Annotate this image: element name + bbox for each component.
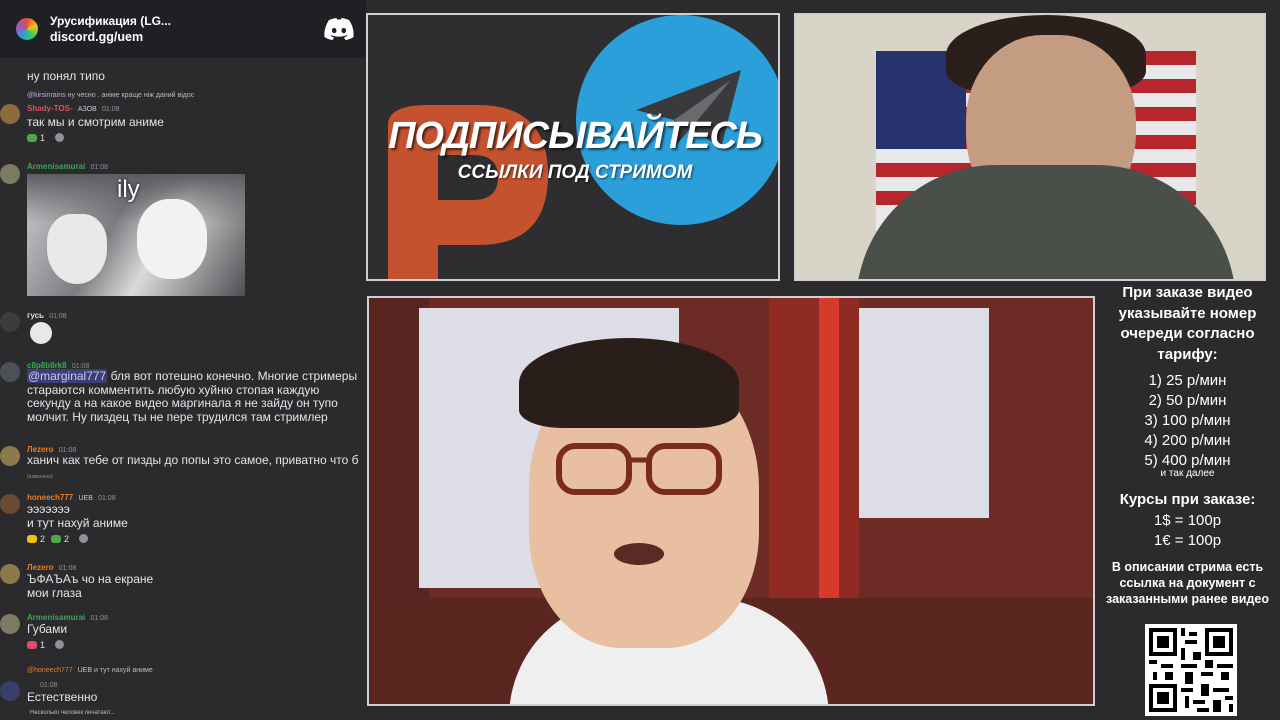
server-info: Урусификация (LG... discord.gg/uem bbox=[50, 13, 324, 45]
username[interactable]: honeech777 bbox=[27, 493, 73, 502]
reaction[interactable]: 1 bbox=[27, 133, 45, 143]
avatar[interactable] bbox=[0, 494, 20, 514]
reaction[interactable]: 2 bbox=[27, 534, 45, 544]
promo-subtitle: ССЫЛКИ ПОД СТРИМОМ bbox=[457, 162, 693, 183]
username[interactable]: Armenisamurai bbox=[27, 613, 85, 622]
username[interactable]: гусь bbox=[27, 311, 44, 320]
main-video bbox=[367, 296, 1095, 706]
message-text: Губами bbox=[27, 622, 68, 636]
message-reply: @kirsinrains ну чесно . аніме краще ніж … bbox=[27, 92, 194, 99]
message-meta: гусь 01:08 bbox=[27, 311, 67, 320]
tariff-item: 3) 100 р/мин bbox=[1144, 412, 1231, 429]
rates-title: Курсы при заказе: bbox=[1119, 491, 1256, 508]
timestamp: 01:08 bbox=[101, 106, 120, 113]
avatar[interactable] bbox=[0, 681, 20, 701]
avatar[interactable] bbox=[0, 164, 20, 184]
reaction[interactable]: 1 bbox=[27, 640, 45, 650]
message-reply: @honeech777 UEB и тут нахуй аниме bbox=[27, 667, 153, 674]
add-reaction-icon[interactable] bbox=[55, 133, 65, 142]
reply-user: @honeech777 bbox=[27, 667, 73, 674]
reaction[interactable]: 2 bbox=[51, 534, 69, 544]
user-badge: UEB bbox=[78, 495, 93, 502]
reply-user: @kirsinrains bbox=[27, 92, 66, 99]
server-icon bbox=[14, 16, 40, 42]
add-reaction-icon[interactable] bbox=[55, 640, 65, 649]
username[interactable]: Shady-TOS- bbox=[27, 104, 73, 113]
message-text: ну понял типо bbox=[27, 69, 105, 83]
tariff-item: 2) 50 р/мин bbox=[1148, 392, 1227, 409]
avatar[interactable] bbox=[0, 362, 20, 382]
message-text: и тут нахуй аниме bbox=[27, 516, 128, 530]
message-meta: Armenisamurai 01:08 bbox=[27, 613, 108, 622]
webcam-feed bbox=[794, 13, 1266, 281]
message-text: эээээээ bbox=[27, 502, 70, 516]
timestamp: 01:08 bbox=[58, 565, 77, 572]
message-text: @marginal777 бля вот потешно конечно. Мн… bbox=[27, 369, 358, 424]
reactions: 1 bbox=[27, 133, 65, 143]
qr-code-icon bbox=[1145, 624, 1237, 716]
user-badge: АЗОВ bbox=[77, 106, 97, 113]
reply-text: ну чесно . аніме краще ніж даний відос bbox=[67, 92, 195, 99]
username[interactable]: Armenisamurai bbox=[27, 162, 85, 171]
avatar[interactable] bbox=[0, 104, 20, 124]
promo-banner: ПОДПИСЫВАЙТЕСЬ ССЫЛКИ ПОД СТРИМОМ bbox=[366, 13, 780, 281]
cartoon-mouth bbox=[614, 543, 664, 565]
message-text: ЪФАЪАъ чо на екране bbox=[27, 572, 154, 586]
avatar[interactable] bbox=[0, 614, 20, 634]
timestamp: 01:08 bbox=[98, 495, 116, 502]
reply-text: и тут нахуй аниме bbox=[93, 667, 153, 674]
sticker-icon bbox=[30, 322, 52, 344]
reply-badge: UEB bbox=[77, 667, 93, 674]
description-note: В описании стрима есть ссылка на докумен… bbox=[1106, 560, 1269, 606]
message-text: мои глаза bbox=[27, 586, 82, 600]
server-header[interactable]: Урусификация (LG... discord.gg/uem bbox=[0, 0, 366, 58]
message-text: так мы и смотрим аниме bbox=[27, 115, 164, 129]
avatar[interactable] bbox=[0, 312, 20, 332]
message-text: ханич как тебе от пизды до попы это само… bbox=[27, 453, 359, 480]
reactions: 2 2 bbox=[27, 534, 89, 544]
image-attachment[interactable]: ily bbox=[27, 174, 245, 296]
message-meta: honeech777 UEB 01:08 bbox=[27, 493, 116, 502]
message-meta: Лezero 01:08 bbox=[27, 563, 76, 572]
avatar[interactable] bbox=[0, 446, 20, 466]
username[interactable]: Лezero bbox=[27, 563, 54, 572]
server-invite-link[interactable]: discord.gg/uem bbox=[50, 29, 324, 45]
server-name: Урусификация (LG... bbox=[50, 14, 171, 28]
tariff-more: и так далее bbox=[1160, 468, 1215, 479]
tariff-list: 1) 25 р/мин 2) 50 р/мин 3) 100 р/мин 4) … bbox=[1095, 371, 1280, 479]
edited-label: (изменено) bbox=[27, 473, 53, 480]
message-meta: Armenisamurai 01:08 bbox=[27, 162, 108, 171]
rate-usd: 1$ = 100р bbox=[1153, 512, 1222, 529]
tariff-item: 1) 25 р/мин bbox=[1148, 372, 1227, 389]
user-mention[interactable]: @marginal777 bbox=[27, 369, 108, 383]
timestamp: 01:08 bbox=[90, 615, 109, 622]
promo-title: ПОДПИСЫВАЙТЕСЬ bbox=[388, 115, 763, 157]
message-meta: 01:08 bbox=[37, 680, 58, 689]
reactions: 1 bbox=[27, 640, 65, 650]
painted-window-right bbox=[859, 308, 989, 518]
tariff-item: 4) 200 р/мин bbox=[1144, 432, 1231, 449]
discord-chat-widget: Урусификация (LG... discord.gg/uem ну по… bbox=[0, 0, 366, 720]
cartoon-hair bbox=[519, 338, 739, 428]
timestamp: 01:08 bbox=[40, 682, 58, 689]
timestamp: 01:08 bbox=[90, 164, 109, 171]
timestamp: 01:08 bbox=[49, 313, 67, 320]
avatar[interactable] bbox=[0, 564, 20, 584]
image-caption: ily bbox=[117, 176, 140, 203]
message-meta: Shady-TOS- АЗОВ 01:08 bbox=[27, 104, 120, 113]
rate-eur: 1€ = 100р bbox=[1153, 532, 1222, 549]
glasses-icon bbox=[556, 443, 722, 495]
typing-indicator: Несколько человек печатают... bbox=[30, 710, 115, 716]
order-info-panel: При заказе видео указывайте номер очеред… bbox=[1095, 283, 1280, 720]
message-text: Естественно bbox=[27, 690, 98, 704]
add-reaction-icon[interactable] bbox=[79, 534, 89, 543]
order-instructions: При заказе видео указывайте номер очеред… bbox=[1118, 284, 1257, 363]
discord-logo-icon bbox=[324, 18, 354, 40]
